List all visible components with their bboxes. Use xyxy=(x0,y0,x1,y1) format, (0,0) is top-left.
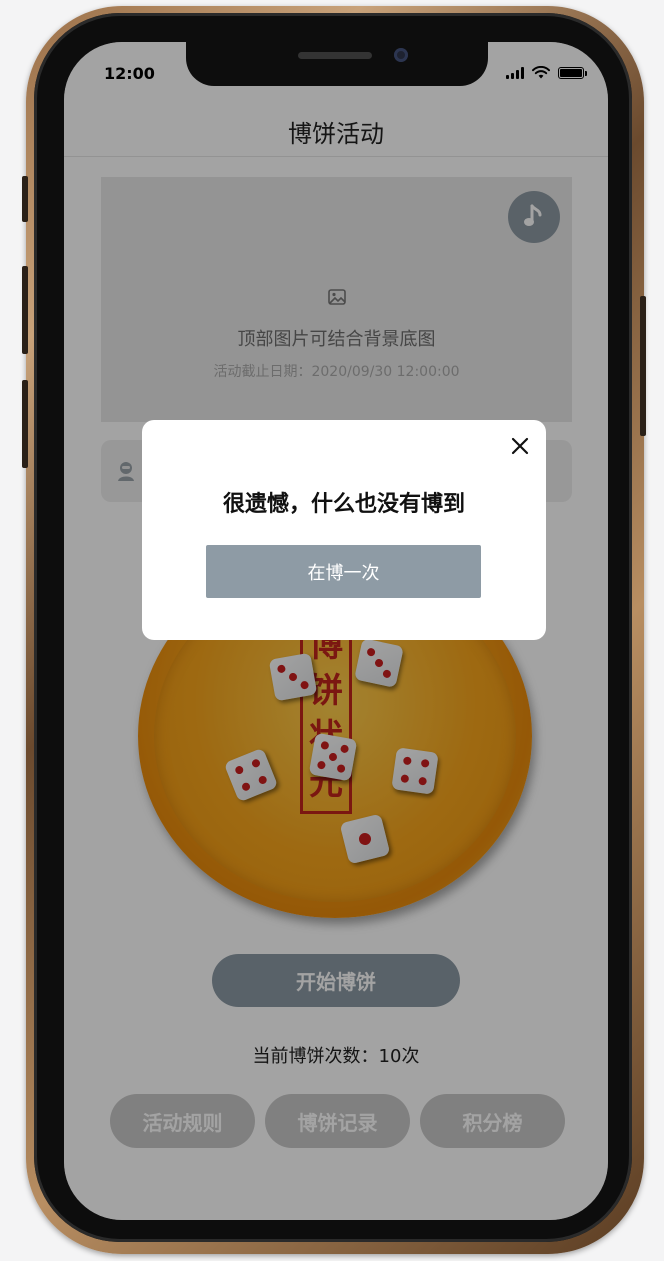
volume-down-button xyxy=(22,380,28,468)
app-screen: 12:00 博饼活动 顶部图片可结合背景底图 活动截止日期：2020/09/30… xyxy=(64,42,608,1220)
retry-button[interactable]: 在博一次 xyxy=(206,545,481,598)
notch xyxy=(186,42,488,86)
silent-switch xyxy=(22,176,28,222)
result-modal: 很遗憾，什么也没有博到 在博一次 xyxy=(142,420,546,640)
power-button xyxy=(640,296,646,436)
close-icon[interactable] xyxy=(510,436,530,456)
front-camera xyxy=(394,48,408,62)
volume-up-button xyxy=(22,266,28,354)
modal-title: 很遗憾，什么也没有博到 xyxy=(222,492,465,517)
speaker-grille xyxy=(298,52,372,59)
